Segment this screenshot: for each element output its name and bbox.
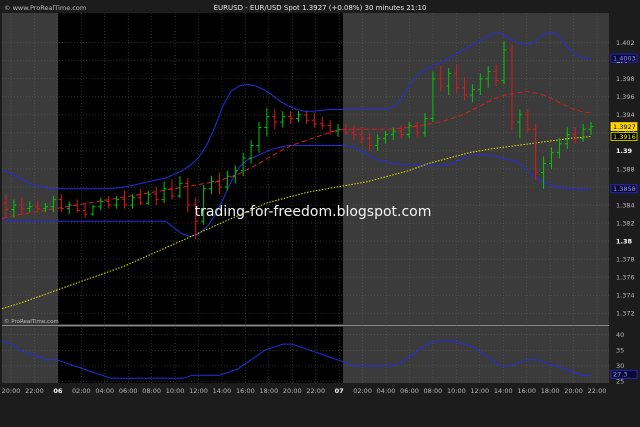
x-tick-label: 18:00 xyxy=(259,387,278,395)
x-tick-label: 14:00 xyxy=(213,387,232,395)
x-tick-label: 07 xyxy=(335,387,344,395)
x-tick-label: 20:00 xyxy=(283,387,302,395)
x-tick-label: 10:00 xyxy=(447,387,466,395)
x-tick-label: 16:00 xyxy=(236,387,255,395)
lower-band-value: 1.3858 xyxy=(613,185,636,193)
x-tick-label: 10:00 xyxy=(166,387,185,395)
last-price-value: 1.3927 xyxy=(613,123,636,131)
x-tick-label: 22:00 xyxy=(588,387,607,395)
y-tick-label: 1.38 xyxy=(616,237,633,245)
indicator-value: 27.3 xyxy=(613,371,627,379)
y-tick-label: 1.396 xyxy=(616,93,635,101)
x-tick-label: 04:00 xyxy=(95,387,114,395)
x-tick-label: 06:00 xyxy=(119,387,138,395)
x-tick-label: 14:00 xyxy=(494,387,513,395)
night-shade-main xyxy=(58,13,343,324)
x-tick-label: 16:00 xyxy=(517,387,536,395)
indicator-y-tick-label: 25 xyxy=(616,378,624,386)
ma-slow-value: 1.3916 xyxy=(613,133,636,141)
x-tick-label: 06 xyxy=(53,387,63,395)
indicator-y-tick-label: 30 xyxy=(616,362,624,370)
chart-title: EURUSD - EUR/USD Spot 1.3927 (+0.08%) 30… xyxy=(214,4,427,12)
x-tick-label: 22:00 xyxy=(25,387,44,395)
y-tick-label: 1.378 xyxy=(616,255,635,263)
y-tick-label: 1.374 xyxy=(616,291,635,299)
y-tick-label: 1.382 xyxy=(616,219,635,227)
chart-window: 1.3721.3741.3761.3781.381.3821.3841.3861… xyxy=(0,0,640,427)
y-tick-label: 1.376 xyxy=(616,273,635,281)
indicator-y-tick-label: 40 xyxy=(616,331,624,339)
x-tick-label: 06:00 xyxy=(400,387,419,395)
y-tick-label: 1.394 xyxy=(616,111,635,119)
y-tick-label: 1.384 xyxy=(616,201,635,209)
copyright-small: © ProRealTime.com xyxy=(4,318,59,325)
x-tick-label: 12:00 xyxy=(189,387,208,395)
x-tick-label: 18:00 xyxy=(541,387,560,395)
x-tick-label: 08:00 xyxy=(424,387,443,395)
x-tick-label: 04:00 xyxy=(377,387,396,395)
x-tick-label: 22:00 xyxy=(306,387,325,395)
x-tick-label: 20:00 xyxy=(564,387,583,395)
x-tick-label: 12:00 xyxy=(470,387,489,395)
y-tick-label: 1.39 xyxy=(616,147,633,155)
x-tick-label: 02:00 xyxy=(72,387,91,395)
y-tick-label: 1.372 xyxy=(616,309,635,317)
price-chart: 1.3721.3741.3761.3781.381.3821.3841.3861… xyxy=(0,0,640,427)
y-tick-label: 1.398 xyxy=(616,75,635,83)
x-tick-label: 02:00 xyxy=(353,387,372,395)
brand-label: © www.ProRealTime.com xyxy=(4,4,86,12)
watermark: trading-for-freedom.blogspot.com xyxy=(195,204,432,220)
indicator-y-tick-label: 35 xyxy=(616,347,624,355)
x-tick-label: 08:00 xyxy=(142,387,161,395)
x-tick-label: 20:00 xyxy=(2,387,21,395)
upper-band-value: 1.4003 xyxy=(613,54,636,62)
y-tick-label: 1.402 xyxy=(616,39,635,47)
y-tick-label: 1.388 xyxy=(616,165,635,173)
